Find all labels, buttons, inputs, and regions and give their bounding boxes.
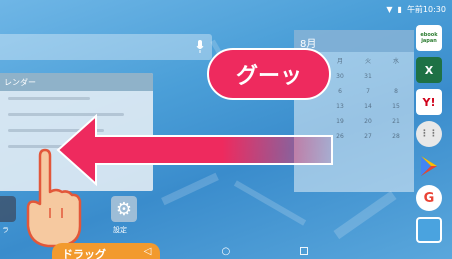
app-drawer-icon[interactable]: ⋮⋮ — [416, 121, 442, 147]
play-store-icon[interactable] — [416, 153, 442, 179]
wallpaper-shard — [333, 190, 397, 240]
left-app-label: ラ — [2, 226, 9, 234]
yahoo-app-icon[interactable]: Y! — [416, 89, 442, 115]
back-button[interactable]: ◁ — [144, 246, 152, 257]
ebook-app-label: ebook japan — [420, 32, 438, 44]
search-bar[interactable] — [0, 34, 212, 60]
day-cell[interactable]: 6 — [326, 88, 354, 95]
mic-icon[interactable] — [196, 40, 204, 54]
status-time: 午前10:30 — [406, 4, 446, 14]
calendar-line — [8, 97, 91, 100]
gear-icon: ⚙ — [115, 198, 133, 220]
swipe-left-arrow — [56, 113, 333, 187]
settings-app-label: 設定 — [113, 226, 127, 234]
settings-app-icon[interactable]: ⚙ — [111, 196, 137, 222]
play-triangle-icon — [421, 156, 437, 176]
calendar-widget-header: レンダー — [0, 73, 153, 91]
day-cell[interactable]: 15 — [382, 103, 410, 110]
battery-icon: ▮ — [397, 4, 402, 14]
day-cell[interactable]: 8 — [382, 88, 410, 95]
app-dock: ebook japan X Y! ⋮⋮ G — [416, 25, 444, 243]
home-button[interactable]: ○ — [221, 246, 230, 257]
weekday-label: 水 — [392, 58, 399, 65]
day-cell[interactable]: 31 — [354, 73, 382, 80]
excel-app-icon[interactable]: X — [416, 57, 442, 83]
weekday-label: 月 — [336, 58, 343, 65]
day-cell[interactable]: 14 — [354, 103, 382, 110]
google-app-label: G — [423, 190, 435, 206]
excel-app-label: X — [424, 63, 434, 77]
left-app-icon[interactable] — [0, 196, 16, 222]
day-cell[interactable]: 7 — [354, 88, 382, 95]
yahoo-app-label: Y! — [422, 95, 436, 109]
gallery-app-icon[interactable] — [416, 217, 442, 243]
ebook-app-icon[interactable]: ebook japan — [416, 25, 442, 51]
wifi-icon: ▼ — [386, 4, 393, 14]
status-bar: ▼ ▮ 午前10:30 — [0, 0, 452, 18]
day-cell[interactable]: 27 — [354, 133, 382, 140]
google-app-icon[interactable]: G — [416, 185, 442, 211]
speech-bubble: グーッ — [207, 48, 331, 100]
day-cell[interactable]: 13 — [326, 103, 354, 110]
day-cell[interactable]: 28 — [382, 133, 410, 140]
pointing-hand-icon — [26, 148, 82, 248]
day-cell[interactable]: 20 — [354, 118, 382, 125]
day-cell[interactable]: 21 — [382, 118, 410, 125]
recents-button[interactable] — [300, 247, 309, 255]
navigation-bar: ◁ ○ — [0, 243, 452, 259]
day-cell[interactable] — [382, 73, 410, 80]
weekday-label: 火 — [364, 58, 371, 65]
speech-bubble-text: グーッ — [235, 64, 302, 89]
